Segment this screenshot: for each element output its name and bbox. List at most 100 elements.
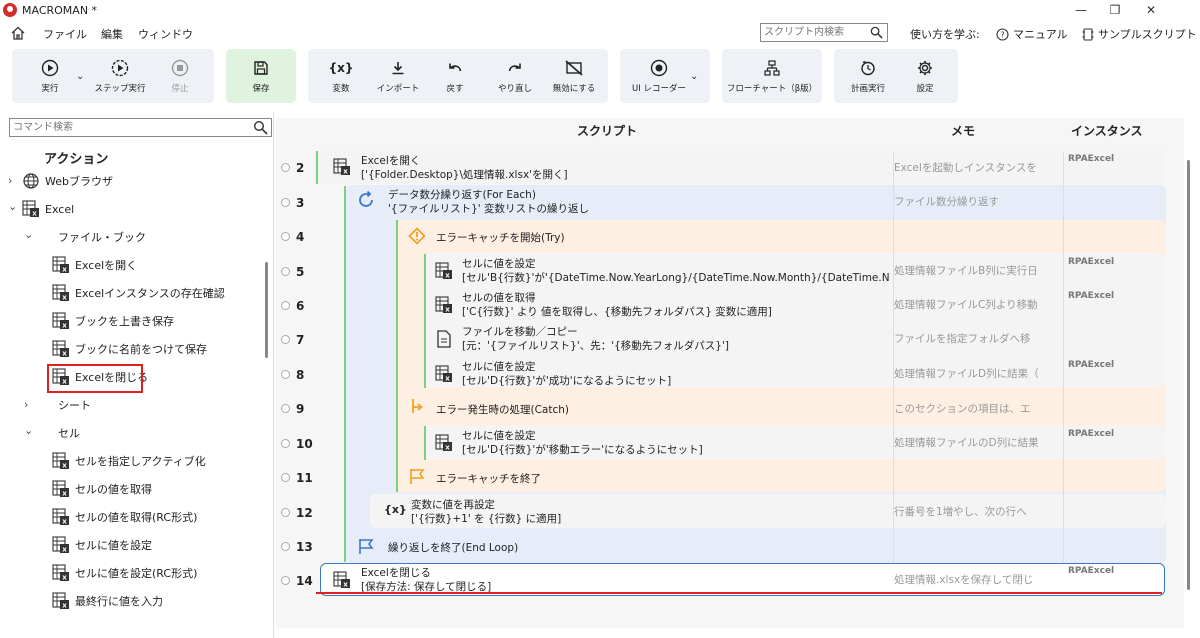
script-scrollbar[interactable] — [1187, 160, 1190, 590]
row-number[interactable]: 4 — [281, 220, 304, 253]
close-button[interactable]: ✕ — [1134, 0, 1168, 20]
script-search-input[interactable] — [761, 24, 865, 41]
row-3-memo[interactable]: ファイル数分繰り返す — [894, 194, 1060, 209]
action-get-cell-value-rc[interactable]: x セルの値を取得(RC形式) — [52, 506, 197, 528]
action-open-excel[interactable]: x Excelを開く — [52, 254, 137, 276]
tree-item-web-browser[interactable]: Webブラウザ — [22, 170, 113, 192]
tree-item-file-book[interactable]: ファイル・ブック — [58, 226, 146, 248]
breakpoint-icon[interactable] — [281, 473, 290, 482]
breakpoint-icon[interactable] — [281, 163, 290, 172]
save-button[interactable]: 保存 — [226, 49, 296, 103]
action-heading: アクション — [44, 152, 109, 167]
settings-button[interactable]: 設定 — [900, 49, 950, 103]
row-number[interactable]: 9 — [281, 392, 304, 425]
action-overwrite-book[interactable]: x ブックを上書き保存 — [52, 310, 174, 332]
command-search[interactable] — [9, 118, 272, 137]
row-number[interactable]: 6 — [281, 289, 304, 322]
svg-text:x: x — [62, 574, 67, 582]
breakpoint-icon[interactable] — [281, 267, 290, 276]
breakpoint-icon[interactable] — [281, 232, 290, 241]
search-icon[interactable] — [253, 120, 268, 135]
row-number[interactable]: 11 — [281, 461, 313, 494]
breakpoint-icon[interactable] — [281, 404, 290, 413]
schedule-button[interactable]: 計画実行 — [840, 49, 896, 103]
row-number[interactable]: 8 — [281, 358, 304, 391]
chevron-down-icon[interactable]: ⌄ — [24, 228, 33, 241]
action-get-cell-value[interactable]: x セルの値を取得 — [52, 478, 152, 500]
manual-link[interactable]: ? マニュアル — [996, 26, 1068, 42]
step-run-button[interactable]: ステップ実行 — [92, 49, 148, 103]
row-7-memo[interactable]: ファイルを指定フォルダへ移 — [894, 331, 1060, 346]
row-number[interactable]: 3 — [281, 186, 304, 219]
breakpoint-icon[interactable] — [281, 542, 290, 551]
chevron-down-icon[interactable]: ⌄ — [24, 424, 33, 437]
excel-icon: x — [52, 256, 69, 274]
row-number[interactable]: 5 — [281, 255, 304, 288]
action-input-last-row[interactable]: x 最終行に値を入力 — [52, 590, 163, 612]
breakpoint-icon[interactable] — [281, 198, 290, 207]
flowchart-button[interactable]: フローチャート（β版） — [722, 49, 822, 103]
home-icon[interactable] — [10, 25, 26, 41]
chevron-down-icon[interactable]: ⌄ — [8, 200, 17, 213]
sample-link[interactable]: サンプルスクリプト — [1082, 26, 1197, 42]
excel-icon: x — [435, 434, 452, 452]
row-number[interactable]: 12 — [281, 496, 313, 529]
minimize-button[interactable]: — — [1064, 0, 1098, 20]
menu-window[interactable]: ウィンドウ — [138, 26, 193, 42]
tree-item-sheet[interactable]: シート — [58, 394, 91, 416]
excel-icon: x — [333, 571, 350, 589]
svg-text:x: x — [445, 272, 450, 280]
action-set-cell-value-rc[interactable]: x セルに値を設定(RC形式) — [52, 562, 197, 584]
maximize-button[interactable]: ❐ — [1098, 0, 1132, 20]
breakpoint-icon[interactable] — [281, 439, 290, 448]
disable-button[interactable]: 無効にする — [546, 49, 602, 103]
row-14-memo[interactable]: 処理情報.xlsxを保存して閉じ — [894, 572, 1060, 587]
stop-button[interactable]: 停止 — [158, 49, 202, 103]
redo-button[interactable]: やり直し — [488, 49, 542, 103]
row-number[interactable]: 7 — [281, 323, 304, 356]
action-save-book-as[interactable]: x ブックに名前をつけて保存 — [52, 338, 207, 360]
left-scrollbar[interactable] — [265, 262, 268, 358]
tree-item-cell[interactable]: セル — [58, 422, 80, 444]
search-icon[interactable] — [870, 26, 883, 39]
chevron-right-icon[interactable]: › — [24, 398, 28, 411]
command-search-input[interactable] — [10, 119, 240, 136]
row-8-memo[interactable]: 処理情報ファイルD列に結果（ — [894, 366, 1060, 381]
action-set-cell-value[interactable]: x セルに値を設定 — [52, 534, 152, 556]
breakpoint-icon[interactable] — [281, 301, 290, 310]
row-number[interactable]: 10 — [281, 427, 313, 460]
row-9-memo[interactable]: このセクションの項目は、エ — [894, 401, 1060, 416]
recorder-dropdown-chevron-icon[interactable]: ⌄ — [690, 71, 698, 82]
row-12-memo[interactable]: 行番号を1増やし、次の行へ — [894, 504, 1060, 519]
run-dropdown-chevron-icon[interactable]: ⌄ — [76, 71, 84, 82]
script-search[interactable] — [760, 23, 888, 42]
excel-icon: x — [22, 200, 39, 218]
row-5-memo[interactable]: 処理情報ファイルB列に実行日 — [894, 263, 1060, 278]
action-activate-cell[interactable]: x セルを指定しアクティブ化 — [52, 450, 206, 472]
row-number[interactable]: 14 — [281, 564, 313, 597]
undo-button[interactable]: 戻す — [432, 49, 478, 103]
selection-highlight — [47, 364, 143, 393]
menu-file[interactable]: ファイル — [43, 26, 87, 42]
row-number[interactable]: 13 — [281, 530, 313, 563]
settings-group: 計画実行 設定 — [834, 49, 958, 103]
variable-button[interactable]: {x} 変数 — [316, 49, 366, 103]
run-button[interactable]: 実行 — [26, 49, 74, 103]
breakpoint-icon[interactable] — [281, 370, 290, 379]
row-7-title: ファイルを移動／コピー — [462, 326, 578, 338]
tree-item-excel[interactable]: x Excel — [22, 198, 74, 220]
import-icon — [392, 62, 404, 75]
action-excel-instance-check[interactable]: x Excelインスタンスの存在確認 — [52, 282, 225, 304]
ui-recorder-button[interactable]: UI レコーダー — [624, 49, 694, 103]
row-12-title: 変数に値を再設定 — [411, 499, 495, 511]
menu-edit[interactable]: 編集 — [101, 26, 123, 42]
row-6-memo[interactable]: 処理情報ファイルC列より移動 — [894, 297, 1060, 312]
breakpoint-icon[interactable] — [281, 335, 290, 344]
import-button[interactable]: インポート — [370, 49, 426, 103]
row-10-memo[interactable]: 処理情報ファイルのD列に結果 — [894, 435, 1060, 450]
breakpoint-icon[interactable] — [281, 576, 290, 585]
row-number[interactable]: 2 — [281, 151, 304, 184]
row-2-memo[interactable]: Excelを起動しインスタンスを — [894, 160, 1060, 175]
chevron-right-icon[interactable]: › — [8, 174, 12, 187]
breakpoint-icon[interactable] — [281, 508, 290, 517]
